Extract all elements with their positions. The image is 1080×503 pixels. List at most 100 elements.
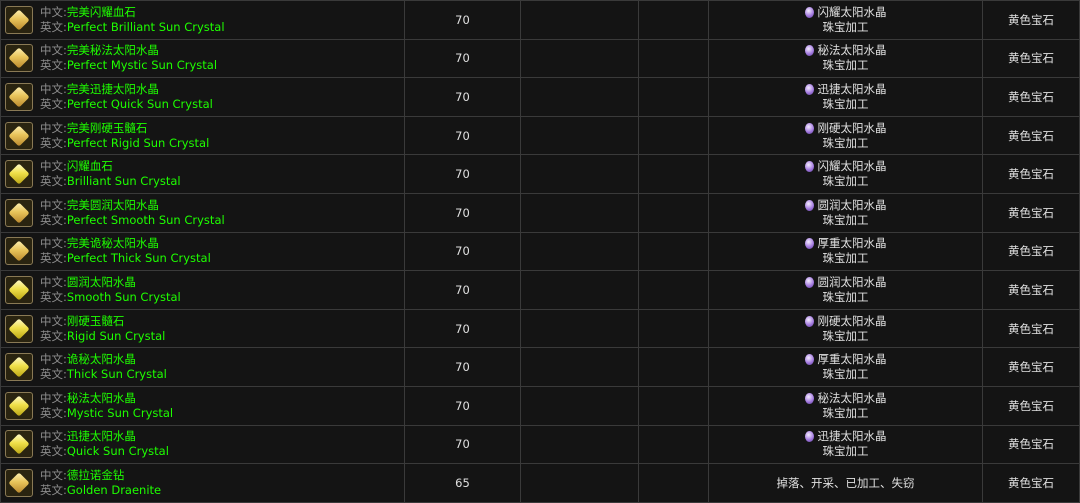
empty-cell: [638, 154, 709, 194]
english-name-line: 英文:Brilliant Sun Crystal: [40, 174, 181, 189]
item-level: 65: [404, 463, 521, 503]
source-recipe-name[interactable]: 迅捷太阳水晶: [818, 82, 887, 97]
gem-icon[interactable]: [5, 275, 33, 304]
chinese-name-link[interactable]: 迅捷太阳水晶: [67, 429, 136, 443]
source-recipe-name[interactable]: 圆润太阳水晶: [818, 198, 887, 213]
gem-icon-shape: [8, 356, 30, 378]
item-name-cell: 中文:圆润太阳水晶 英文:Smooth Sun Crystal: [0, 270, 405, 310]
chinese-label: 中文:: [40, 81, 67, 96]
empty-cell: [520, 463, 639, 503]
empty-cell: [520, 115, 639, 156]
chinese-name-line: 中文:闪耀血石: [40, 159, 181, 174]
source-recipe[interactable]: 闪耀太阳水晶: [709, 5, 982, 20]
source-recipe[interactable]: 刚硬太阳水晶: [709, 121, 982, 136]
item-name-lines: 中文:完美迅捷太阳水晶 英文:Perfect Quick Sun Crystal: [40, 82, 213, 112]
chinese-name-line: 中文:诡秘太阳水晶: [40, 352, 167, 367]
source-recipe[interactable]: 闪耀太阳水晶: [709, 159, 982, 174]
gem-icon[interactable]: [5, 468, 33, 497]
english-name-link[interactable]: Rigid Sun Crystal: [67, 329, 165, 343]
item-name-cell: 中文:刚硬玉髓石 英文:Rigid Sun Crystal: [0, 308, 405, 349]
gem-icon[interactable]: [5, 44, 33, 73]
chinese-name-link[interactable]: 德拉诺金钻: [67, 468, 125, 482]
source-recipe[interactable]: 秘法太阳水晶: [709, 391, 982, 406]
english-label: 英文:: [40, 19, 67, 34]
gem-icon[interactable]: [5, 160, 33, 189]
english-name-link[interactable]: Mystic Sun Crystal: [67, 406, 173, 420]
source-recipe[interactable]: 迅捷太阳水晶: [709, 82, 982, 97]
english-name-link[interactable]: Perfect Smooth Sun Crystal: [67, 213, 225, 227]
source-cell: 圆润太阳水晶 珠宝加工: [708, 192, 983, 233]
table-row: 中文:完美迅捷太阳水晶 英文:Perfect Quick Sun Crystal 7…: [0, 77, 1080, 117]
source-recipe[interactable]: 迅捷太阳水晶: [709, 429, 982, 444]
source-recipe[interactable]: 刚硬太阳水晶: [709, 314, 982, 329]
chinese-name-link[interactable]: 闪耀血石: [67, 159, 113, 173]
chinese-name-link[interactable]: 完美秘法太阳水晶: [67, 43, 159, 57]
chinese-name-link[interactable]: 秘法太阳水晶: [67, 391, 136, 405]
chinese-name-link[interactable]: 完美圆润太阳水晶: [67, 198, 159, 212]
english-name-link[interactable]: Brilliant Sun Crystal: [67, 174, 181, 188]
source-recipe-name[interactable]: 秘法太阳水晶: [818, 391, 887, 406]
gem-icon[interactable]: [5, 314, 33, 343]
gem-icon-shape: [8, 472, 30, 494]
english-name-link[interactable]: Perfect Quick Sun Crystal: [67, 97, 213, 111]
source-method: 珠宝加工: [822, 405, 869, 420]
gem-type: 黄色宝石: [982, 385, 1080, 426]
english-name-link[interactable]: Perfect Thick Sun Crystal: [67, 251, 211, 265]
source-recipe-name[interactable]: 圆润太阳水晶: [818, 275, 887, 290]
english-name-line: 英文:Smooth Sun Crystal: [40, 290, 181, 305]
recipe-orb-icon: [804, 431, 814, 443]
source-recipe[interactable]: 厚重太阳水晶: [709, 236, 982, 251]
source-recipe[interactable]: 厚重太阳水晶: [709, 352, 982, 367]
gem-icon-shape: [8, 86, 30, 108]
gem-icon[interactable]: [5, 237, 33, 266]
source-method: 珠宝加工: [822, 367, 869, 382]
english-name-link[interactable]: Quick Sun Crystal: [67, 444, 169, 458]
english-name-link[interactable]: Perfect Rigid Sun Crystal: [67, 136, 209, 150]
chinese-name-line: 中文:完美迅捷太阳水晶: [40, 82, 213, 97]
chinese-name-link[interactable]: 刚硬玉髓石: [67, 314, 125, 328]
item-name-cell: 中文:完美刚硬玉髓石 英文:Perfect Rigid Sun Crystal: [0, 115, 405, 156]
english-name-line: 英文:Rigid Sun Crystal: [40, 329, 165, 344]
table-row: 中文:圆润太阳水晶 英文:Smooth Sun Crystal 70 圆润太阳水晶 珠宝…: [0, 270, 1080, 310]
english-name-link[interactable]: Perfect Brilliant Sun Crystal: [67, 20, 225, 34]
item-name-cell: 中文:德拉诺金钻 英文:Golden Draenite: [0, 463, 405, 503]
english-name-link[interactable]: Thick Sun Crystal: [67, 367, 167, 381]
gem-icon[interactable]: [5, 82, 33, 111]
empty-cell: [520, 38, 639, 79]
recipe-orb-icon: [804, 122, 814, 134]
source-recipe[interactable]: 圆润太阳水晶: [709, 275, 982, 290]
source-recipe-name[interactable]: 闪耀太阳水晶: [818, 5, 887, 20]
source-recipe-name[interactable]: 厚重太阳水晶: [818, 236, 887, 251]
chinese-name-link[interactable]: 完美闪耀血石: [67, 5, 136, 19]
gem-type: 黄色宝石: [982, 231, 1080, 272]
source-cell: 掉落、开采、已加工、失窃: [708, 463, 983, 503]
source-recipe[interactable]: 秘法太阳水晶: [709, 43, 982, 58]
source-recipe-name[interactable]: 刚硬太阳水晶: [818, 314, 887, 329]
source-recipe-name[interactable]: 迅捷太阳水晶: [818, 429, 887, 444]
source-recipe-name[interactable]: 秘法太阳水晶: [818, 43, 887, 58]
gem-icon[interactable]: [5, 353, 33, 382]
gem-icon[interactable]: [5, 391, 33, 420]
recipe-orb-icon: [804, 276, 814, 288]
gem-icon[interactable]: [5, 121, 33, 150]
source-recipe-name[interactable]: 闪耀太阳水晶: [818, 159, 887, 174]
gem-type: 黄色宝石: [982, 463, 1080, 503]
source-method: 珠宝加工: [822, 328, 869, 343]
english-name-link[interactable]: Perfect Mystic Sun Crystal: [67, 58, 217, 72]
gem-icon[interactable]: [5, 5, 33, 34]
chinese-name-link[interactable]: 完美刚硬玉髓石: [67, 121, 148, 135]
chinese-name-link[interactable]: 完美诡秘太阳水晶: [67, 236, 159, 250]
table-row: 中文:完美闪耀血石 英文:Perfect Brilliant Sun Crysta…: [0, 0, 1080, 40]
english-name-link[interactable]: Smooth Sun Crystal: [67, 290, 181, 304]
source-recipe-name[interactable]: 刚硬太阳水晶: [818, 121, 887, 136]
chinese-name-link[interactable]: 圆润太阳水晶: [67, 275, 136, 289]
source-recipe[interactable]: 圆润太阳水晶: [709, 198, 982, 213]
table-row: 中文:完美刚硬玉髓石 英文:Perfect Rigid Sun Crystal 70…: [0, 115, 1080, 156]
chinese-label: 中文:: [40, 429, 67, 444]
source-recipe-name[interactable]: 厚重太阳水晶: [818, 352, 887, 367]
gem-icon[interactable]: [5, 430, 33, 459]
english-name-link[interactable]: Golden Draenite: [67, 483, 161, 497]
chinese-name-link[interactable]: 完美迅捷太阳水晶: [67, 82, 159, 96]
chinese-name-link[interactable]: 诡秘太阳水晶: [67, 352, 136, 366]
gem-icon[interactable]: [5, 198, 33, 227]
